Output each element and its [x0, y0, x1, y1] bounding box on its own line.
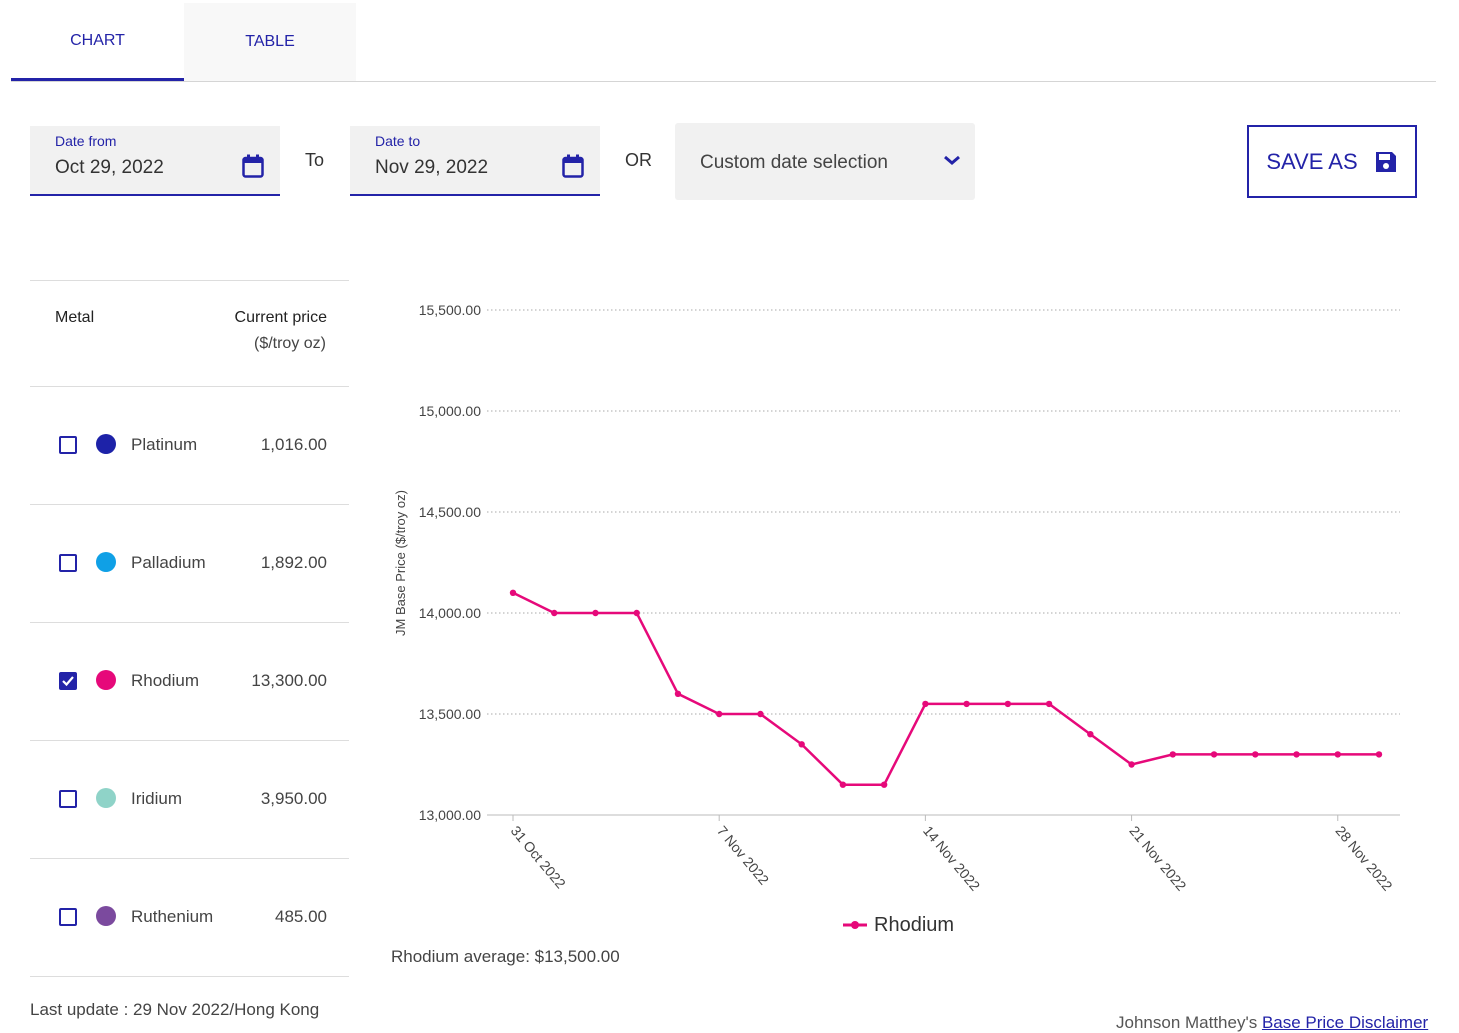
data-point — [633, 609, 640, 617]
data-point — [1169, 751, 1177, 758]
data-point — [963, 700, 970, 708]
data-point — [1004, 700, 1012, 708]
y-tick-label: 14,500.00 — [419, 504, 481, 520]
disclaimer-prefix: Johnson Matthey's — [1116, 1013, 1262, 1032]
data-point — [509, 589, 517, 596]
x-tick-label: 31 Oct 2022 — [508, 823, 569, 892]
data-point — [757, 710, 764, 718]
data-point — [1128, 761, 1135, 768]
disclaimer: Johnson Matthey's Base Price Disclaimer — [1116, 1013, 1428, 1033]
average-text: Rhodium average: $13,500.00 — [391, 947, 620, 966]
data-point — [1210, 751, 1218, 758]
price-chart: 13,000.00 13,500.00 14,000.00 14,500.00 15,0… — [393, 302, 1400, 936]
x-tick-label: 28 Nov 2022 — [1332, 823, 1395, 894]
data-point — [798, 741, 805, 748]
y-tick-label: 15,500.00 — [419, 302, 481, 318]
y-tick-label: 13,000.00 — [419, 807, 481, 823]
y-tick-label: 15,000.00 — [419, 403, 481, 419]
x-tick-label: 7 Nov 2022 — [714, 823, 772, 888]
x-tick-label: 14 Nov 2022 — [920, 823, 983, 894]
data-point — [592, 609, 599, 617]
x-tick-label: 21 Nov 2022 — [1126, 823, 1189, 894]
data-point — [715, 710, 723, 718]
data-point — [674, 690, 682, 697]
data-point — [551, 609, 558, 617]
data-point — [1252, 751, 1259, 758]
data-point — [1334, 751, 1341, 758]
disclaimer-link[interactable]: Base Price Disclaimer — [1262, 1013, 1428, 1032]
legend-label: Rhodium — [874, 914, 954, 936]
data-point — [1375, 751, 1383, 758]
data-point — [1045, 700, 1053, 708]
data-point — [1293, 751, 1300, 758]
y-tick-label: 14,000.00 — [419, 605, 481, 621]
data-point — [922, 700, 929, 708]
y-axis-label: JM Base Price ($/troy oz) — [393, 490, 408, 636]
data-point — [1087, 731, 1094, 738]
y-tick-label: 13,500.00 — [419, 706, 481, 722]
legend-marker — [851, 921, 859, 929]
data-point — [880, 781, 888, 788]
series-line-rhodium — [512, 591, 1379, 786]
data-point — [839, 781, 847, 788]
